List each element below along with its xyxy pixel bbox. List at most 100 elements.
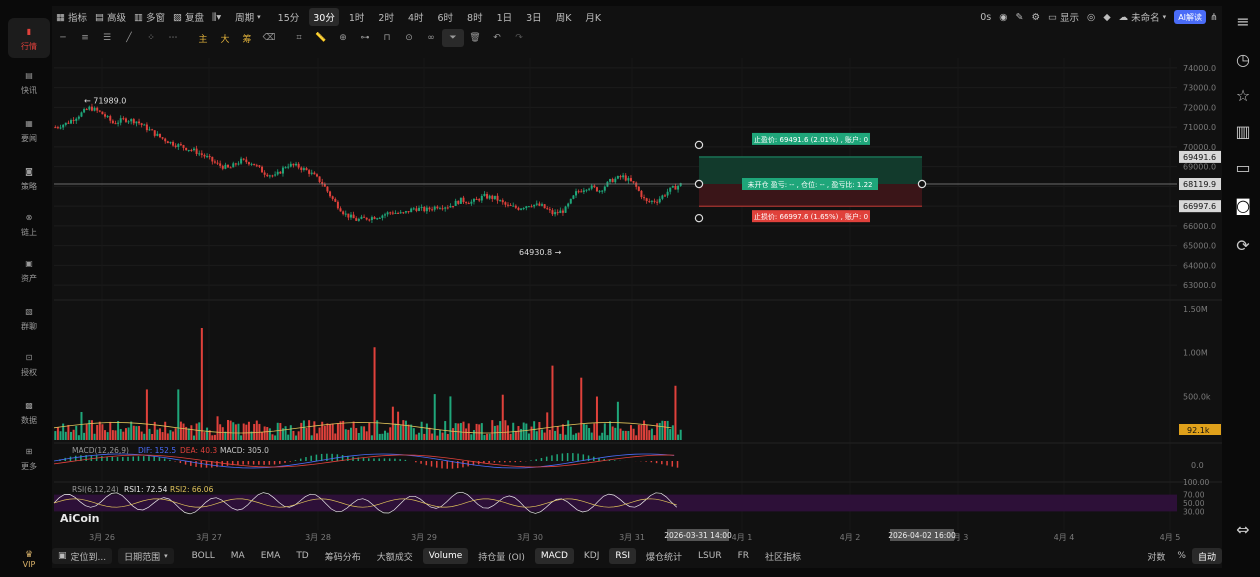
percent-scale-toggle[interactable]: % bbox=[1171, 548, 1192, 564]
pencil-icon[interactable]: ✎ bbox=[1012, 8, 1028, 26]
ai-interpret-button[interactable]: AI解读 bbox=[1174, 10, 1207, 24]
rsi-tick-label: 100.00 bbox=[1183, 478, 1209, 487]
indicator-tab-11[interactable]: 爆仓统计 bbox=[640, 548, 688, 564]
nav-item-2[interactable]: ▦ 要闻 bbox=[8, 110, 50, 150]
target-icon[interactable]: ◎ bbox=[1083, 8, 1099, 26]
redo-icon[interactable]: ↷ bbox=[508, 29, 530, 47]
indicator-tab-9[interactable]: KDJ bbox=[578, 548, 606, 564]
indicator-tab-10[interactable]: RSI bbox=[609, 548, 636, 564]
interval-7[interactable]: 1日 bbox=[493, 8, 517, 26]
ai-interpret-label: AI解读 bbox=[1178, 12, 1203, 22]
indicator-tab-12[interactable]: LSUR bbox=[692, 548, 728, 564]
indicator-tab-2[interactable]: EMA bbox=[255, 548, 287, 564]
refresh-icon[interactable]: ⟳ bbox=[1232, 234, 1254, 256]
interval-10[interactable]: 月K bbox=[581, 8, 605, 26]
locate-button[interactable]: ▣ 定位到... bbox=[52, 548, 113, 564]
list-icon[interactable]: ≡ bbox=[1232, 10, 1254, 32]
interval-5[interactable]: 6时 bbox=[434, 8, 458, 26]
nav-item-1[interactable]: ▤ 快讯 bbox=[8, 62, 50, 102]
interval-3[interactable]: 2时 bbox=[374, 8, 398, 26]
candle-body bbox=[569, 198, 572, 204]
chart-style-button[interactable]: ⫼▾ bbox=[208, 8, 225, 26]
indicator-tab-3[interactable]: TD bbox=[290, 548, 314, 564]
interval-0[interactable]: 15分 bbox=[274, 8, 304, 26]
eraser-icon[interactable]: ⌫ bbox=[258, 29, 280, 47]
nav-item-9[interactable]: ⊞ 更多 bbox=[8, 438, 50, 478]
candle-body bbox=[247, 162, 250, 165]
candle-body bbox=[219, 163, 222, 166]
nav-item-8[interactable]: ▩ 数据 bbox=[8, 392, 50, 432]
main-force-button[interactable]: 主 bbox=[192, 29, 214, 47]
advanced-button[interactable]: ▤ 高级 bbox=[91, 8, 130, 26]
app-window: ▮ 行情 ▤ 快讯 ▦ 要闻 ◙ 策略 ⊗ 链上 ▣ 资产 ▧ 群聊 ⊡ 授权 ▩ 数据 ⊞ 更多 ♛ VIP ▦ 指标 ▤… bbox=[0, 0, 1260, 577]
indicator-tab-13[interactable]: FR bbox=[732, 548, 755, 564]
indicator-tab-0[interactable]: BOLL bbox=[186, 548, 221, 564]
chart-area[interactable]: 74000.0 73000.0 72000.0 71000.0 70000.0 69000… bbox=[52, 50, 1222, 544]
price-chart-svg[interactable]: 74000.0 73000.0 72000.0 71000.0 70000.0 69000… bbox=[52, 50, 1222, 544]
ruler-icon[interactable]: 📏 bbox=[310, 29, 332, 47]
indicator-tab-1[interactable]: MA bbox=[225, 548, 251, 564]
interval-2[interactable]: 1时 bbox=[345, 8, 369, 26]
layout-name-dropdown[interactable]: ☁ 未命名 ▾ bbox=[1115, 8, 1171, 26]
camera-icon[interactable]: ◉ bbox=[995, 8, 1011, 26]
interval-8[interactable]: 3日 bbox=[522, 8, 546, 26]
grid-dots-icon[interactable]: ⁘ bbox=[140, 29, 162, 47]
interval-9[interactable]: 周K bbox=[552, 8, 576, 26]
candle-body bbox=[127, 121, 130, 123]
star-icon[interactable]: ☆ bbox=[1232, 84, 1254, 106]
crop-icon[interactable]: ⌗ bbox=[288, 29, 310, 47]
fib-lines-icon[interactable]: ☰ bbox=[96, 29, 118, 47]
robot-icon[interactable]: ◙ bbox=[1232, 194, 1254, 216]
nav-item-3[interactable]: ◙ 策略 bbox=[8, 158, 50, 198]
undo-icon[interactable]: ↶ bbox=[486, 29, 508, 47]
replay-button[interactable]: ▧ 复盘 bbox=[169, 8, 208, 26]
log-scale-toggle[interactable]: 对数 bbox=[1141, 548, 1171, 564]
volume-bar bbox=[132, 425, 135, 440]
interval-1[interactable]: 30分 bbox=[309, 8, 339, 26]
display-button[interactable]: ▭ 显示 bbox=[1044, 8, 1083, 26]
volume-bar bbox=[62, 423, 65, 440]
volume-bar bbox=[472, 430, 475, 440]
filter-icon[interactable]: ⏷ bbox=[442, 29, 464, 47]
bookmark-icon[interactable]: ◆ bbox=[1099, 8, 1114, 26]
expand-icon[interactable]: ⇔ bbox=[1232, 518, 1254, 540]
trend-line-icon[interactable]: ╱ bbox=[118, 29, 140, 47]
path-icon[interactable]: ⊶ bbox=[354, 29, 376, 47]
indicator-tab-5[interactable]: 大额成交 bbox=[371, 548, 419, 564]
more-dots-icon[interactable]: ⋯ bbox=[162, 29, 184, 47]
interval-6[interactable]: 8时 bbox=[463, 8, 487, 26]
candle-body bbox=[425, 207, 428, 212]
nav-item-4[interactable]: ⊗ 链上 bbox=[8, 204, 50, 244]
card-icon[interactable]: ▭ bbox=[1232, 156, 1254, 178]
nav-item-6[interactable]: ▧ 群聊 bbox=[8, 298, 50, 338]
chips-button[interactable]: 筹 bbox=[236, 29, 258, 47]
zoom-icon[interactable]: ⊕ bbox=[332, 29, 354, 47]
nav-item-0[interactable]: ▮ 行情 bbox=[8, 18, 50, 58]
indicator-tab-7[interactable]: 持仓量 (OI) bbox=[472, 548, 531, 564]
big-order-button[interactable]: 大 bbox=[214, 29, 236, 47]
indicator-tab-8[interactable]: MACD bbox=[534, 548, 574, 564]
auto-scale-toggle[interactable]: 自动 bbox=[1191, 548, 1222, 564]
horizontal-line-icon[interactable]: ─ bbox=[52, 29, 74, 47]
interval-4[interactable]: 4时 bbox=[404, 8, 428, 26]
vip-button[interactable]: ♛ VIP bbox=[8, 546, 50, 572]
book-icon[interactable]: ▥ bbox=[1232, 120, 1254, 142]
clock-icon[interactable]: ◷ bbox=[1232, 48, 1254, 70]
volume-bar bbox=[310, 435, 313, 440]
indicator-tab-14[interactable]: 社区指标 bbox=[759, 548, 807, 564]
indicator-tab-4[interactable]: 筹码分布 bbox=[319, 548, 367, 564]
nav-item-5[interactable]: ▣ 资产 bbox=[8, 250, 50, 290]
trash-icon[interactable]: 🗑 bbox=[464, 29, 486, 47]
indicator-tab-6[interactable]: Volume bbox=[422, 548, 469, 564]
nav-item-7[interactable]: ⊡ 授权 bbox=[8, 344, 50, 384]
magnet-icon[interactable]: ⊙ bbox=[398, 29, 420, 47]
settings-icon[interactable]: ⚙ bbox=[1028, 8, 1045, 26]
multi-window-button[interactable]: ▥ 多窗 bbox=[130, 8, 169, 26]
share-icon[interactable]: ⋔ bbox=[1206, 8, 1222, 26]
period-dropdown[interactable]: 周期 ▾ bbox=[231, 8, 265, 26]
link-icon[interactable]: ∞ bbox=[420, 29, 442, 47]
indicators-button[interactable]: ▦ 指标 bbox=[52, 8, 91, 26]
lock-icon[interactable]: ⊓ bbox=[376, 29, 398, 47]
parallel-lines-icon[interactable]: ≡ bbox=[74, 29, 96, 47]
date-range-dropdown[interactable]: 日期范围 ▾ bbox=[118, 548, 174, 564]
